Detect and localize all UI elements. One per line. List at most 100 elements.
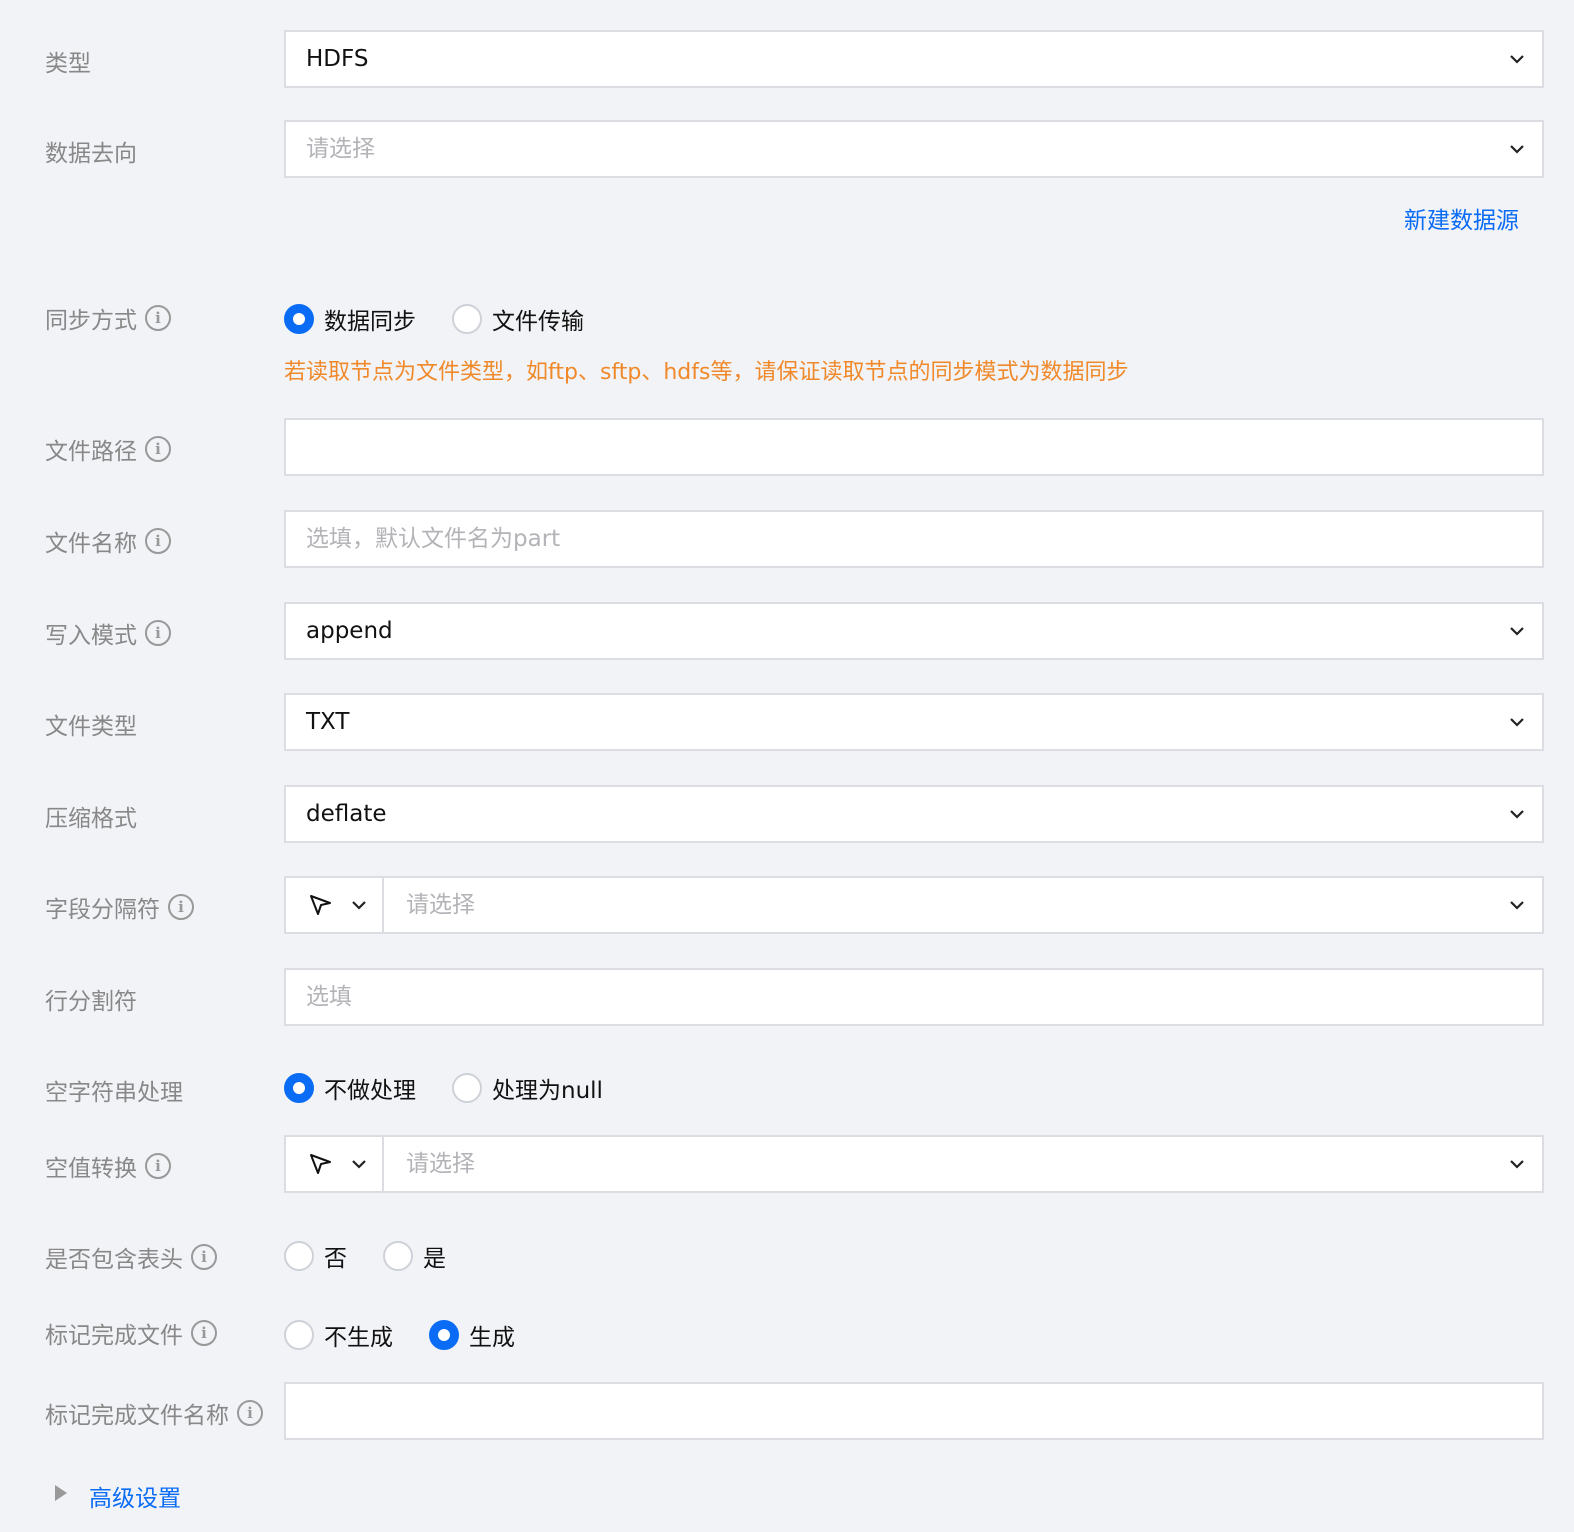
radio-label: 文件传输 <box>492 309 584 335</box>
mark-done-file-radio-group: 不生成 生成 <box>284 1318 551 1352</box>
file-type-label: 文件类型 <box>45 707 137 741</box>
file-path-input[interactable] <box>284 418 1544 476</box>
chevron-down-icon <box>1510 145 1524 154</box>
sync-mode-label: 同步方式 i <box>45 301 171 335</box>
radio-label: 不做处理 <box>324 1078 416 1104</box>
target-label: 数据去向 <box>45 134 137 168</box>
file-name-label: 文件名称 i <box>45 524 171 558</box>
info-icon[interactable]: i <box>145 620 171 646</box>
write-mode-label: 写入模式 i <box>45 616 171 650</box>
write-mode-select[interactable]: append <box>284 602 1544 660</box>
mark-done-file-label: 标记完成文件 i <box>45 1316 217 1350</box>
null-conversion-placeholder: 请选择 <box>406 1151 475 1177</box>
null-conversion-label-text: 空值转换 <box>45 1156 137 1182</box>
compression-select[interactable]: deflate <box>284 785 1544 843</box>
include-header-radio-group: 否 是 <box>284 1239 482 1273</box>
include-header-label: 是否包含表头 i <box>45 1240 217 1274</box>
type-label: 类型 <box>45 44 91 78</box>
chevron-down-icon <box>1510 718 1524 727</box>
target-label-text: 数据去向 <box>45 141 137 167</box>
radio-dot[interactable] <box>284 1241 314 1271</box>
triangle-right-icon[interactable] <box>55 1485 67 1501</box>
info-icon[interactable]: i <box>191 1244 217 1270</box>
line-delimiter-label-text: 行分割符 <box>45 989 137 1015</box>
sync-mode-hint: 若读取节点为文件类型，如ftp、sftp、hdfs等，请保证读取节点的同步模式为… <box>284 360 1129 385</box>
null-conversion-combo[interactable]: 请选择 <box>284 1135 1544 1193</box>
chevron-down-icon <box>1510 901 1524 910</box>
radio-label: 处理为null <box>492 1078 603 1104</box>
mark-done-file-name-label: 标记完成文件名称 i <box>45 1396 263 1430</box>
info-icon[interactable]: i <box>168 894 194 920</box>
radio-yes[interactable]: 是 <box>383 1239 446 1273</box>
chevron-down-icon <box>1510 1160 1524 1169</box>
compression-value: deflate <box>306 801 387 827</box>
radio-dot-checked[interactable] <box>284 1073 314 1103</box>
radio-label: 否 <box>324 1246 347 1272</box>
file-type-label-text: 文件类型 <box>45 714 137 740</box>
chevron-down-icon <box>1510 627 1524 636</box>
radio-label: 数据同步 <box>324 309 416 335</box>
radio-dot[interactable] <box>452 1073 482 1103</box>
radio-dot-checked[interactable] <box>284 304 314 334</box>
chevron-down-icon <box>1510 55 1524 64</box>
write-mode-label-text: 写入模式 <box>45 623 137 649</box>
chevron-down-icon <box>352 1160 366 1169</box>
radio-dot[interactable] <box>284 1320 314 1350</box>
mark-done-file-name-label-text: 标记完成文件名称 <box>45 1403 229 1429</box>
field-delimiter-label-text: 字段分隔符 <box>45 897 160 923</box>
compression-label-text: 压缩格式 <box>45 806 137 832</box>
radio-generate[interactable]: 生成 <box>429 1318 515 1352</box>
field-delimiter-combo[interactable]: 请选择 <box>284 876 1544 934</box>
write-mode-value: append <box>306 618 393 644</box>
info-icon[interactable]: i <box>145 436 171 462</box>
line-delimiter-placeholder: 选填 <box>306 984 352 1010</box>
empty-string-label: 空字符串处理 <box>45 1073 183 1107</box>
type-select-value: HDFS <box>306 46 369 72</box>
radio-dot[interactable] <box>452 304 482 334</box>
sync-mode-label-text: 同步方式 <box>45 308 137 334</box>
mark-done-file-label-text: 标记完成文件 <box>45 1323 183 1349</box>
info-icon[interactable]: i <box>145 305 171 331</box>
advanced-settings-toggle[interactable]: 高级设置 <box>89 1479 181 1513</box>
file-path-label: 文件路径 i <box>45 432 171 466</box>
radio-data-sync[interactable]: 数据同步 <box>284 302 416 336</box>
empty-string-radio-group: 不做处理 处理为null <box>284 1071 639 1105</box>
info-icon[interactable]: i <box>237 1400 263 1426</box>
new-datasource-link[interactable]: 新建数据源 <box>1404 201 1519 235</box>
field-delimiter-placeholder: 请选择 <box>406 892 475 918</box>
target-select[interactable]: 请选择 <box>284 120 1544 178</box>
target-select-placeholder: 请选择 <box>306 136 375 162</box>
radio-no-process[interactable]: 不做处理 <box>284 1071 416 1105</box>
radio-label: 不生成 <box>324 1325 393 1351</box>
line-delimiter-label: 行分割符 <box>45 982 137 1016</box>
null-conversion-label: 空值转换 i <box>45 1149 171 1183</box>
radio-dot-checked[interactable] <box>429 1320 459 1350</box>
info-icon[interactable]: i <box>191 1320 217 1346</box>
sync-mode-radio-group: 数据同步 文件传输 <box>284 302 620 336</box>
type-select[interactable]: HDFS <box>284 30 1544 88</box>
file-name-input[interactable]: 选填，默认文件名为part <box>284 510 1544 568</box>
empty-string-label-text: 空字符串处理 <box>45 1080 183 1106</box>
file-type-select[interactable]: TXT <box>284 693 1544 751</box>
radio-label: 是 <box>423 1246 446 1272</box>
info-icon[interactable]: i <box>145 528 171 554</box>
radio-dot[interactable] <box>383 1241 413 1271</box>
radio-no[interactable]: 否 <box>284 1239 347 1273</box>
info-icon[interactable]: i <box>145 1153 171 1179</box>
file-name-label-text: 文件名称 <box>45 531 137 557</box>
chevron-down-icon <box>352 901 366 910</box>
radio-file-transfer[interactable]: 文件传输 <box>452 302 584 336</box>
file-type-value: TXT <box>306 709 350 735</box>
file-name-placeholder: 选填，默认文件名为part <box>306 526 561 552</box>
null-conversion-mode-select[interactable] <box>286 1137 384 1191</box>
field-delimiter-mode-select[interactable] <box>286 878 384 932</box>
line-delimiter-input[interactable]: 选填 <box>284 968 1544 1026</box>
include-header-label-text: 是否包含表头 <box>45 1247 183 1273</box>
radio-not-generate[interactable]: 不生成 <box>284 1318 393 1352</box>
type-label-text: 类型 <box>45 51 91 77</box>
mark-done-file-name-input[interactable] <box>284 1382 1544 1440</box>
file-path-label-text: 文件路径 <box>45 439 137 465</box>
chevron-down-icon <box>1510 810 1524 819</box>
radio-label: 生成 <box>469 1325 515 1351</box>
radio-to-null[interactable]: 处理为null <box>452 1071 603 1105</box>
